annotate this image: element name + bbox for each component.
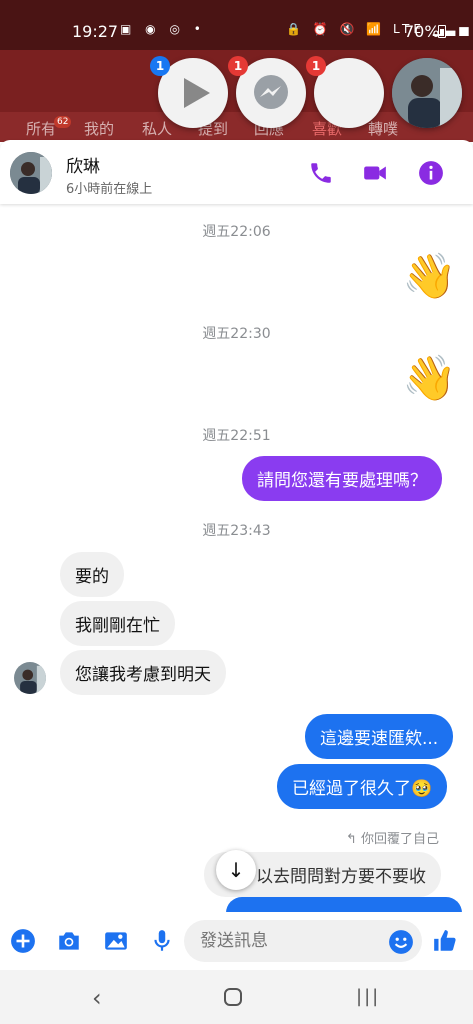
camera-icon[interactable] xyxy=(56,928,82,954)
system-nav-bar: ‹ ||| xyxy=(0,970,473,1024)
sender-avatar xyxy=(14,662,46,694)
bg-tab: 所有 xyxy=(26,120,57,138)
battery-level: 70% xyxy=(404,22,440,41)
scroll-down-button[interactable]: ↓ xyxy=(216,850,256,890)
back-icon[interactable]: ‹ xyxy=(92,984,102,1012)
notification-icons: ▣ ◉ ◎ • xyxy=(120,22,206,36)
thumbs-up-icon[interactable] xyxy=(432,928,458,954)
video-call-icon[interactable] xyxy=(362,160,388,186)
bg-tab-badge: 62 xyxy=(54,116,72,128)
bg-tab: 轉噗 xyxy=(368,120,399,138)
avatar-image xyxy=(10,152,52,194)
message-input[interactable] xyxy=(184,920,422,962)
outgoing-message[interactable]: 這邊要速匯欸... xyxy=(305,714,454,759)
chat-head-messenger[interactable]: 1 xyxy=(228,56,306,128)
outgoing-message[interactable]: 請問您還有要處理嗎？ xyxy=(242,456,442,501)
message-composer xyxy=(0,912,473,970)
incoming-message[interactable]: 要的 xyxy=(60,552,124,597)
home-icon[interactable] xyxy=(224,988,242,1006)
chat-head-video[interactable]: 1 xyxy=(150,56,228,128)
status-time: 19:27 xyxy=(72,22,119,41)
phone-call-icon[interactable] xyxy=(308,160,334,186)
chat-header: 欣琳 6小時前在線上 xyxy=(0,140,473,204)
contact-avatar[interactable] xyxy=(10,152,52,194)
add-icon[interactable] xyxy=(10,928,36,954)
message-timestamp: 週五22:51 xyxy=(202,428,271,444)
contact-name[interactable]: 欣琳 xyxy=(66,152,100,177)
battery-icon xyxy=(438,25,446,38)
wave-emoji-message[interactable]: 👋 xyxy=(402,354,457,404)
chat-head-badge: 1 xyxy=(150,56,170,76)
reply-indicator: ↰ 你回覆了自己 xyxy=(346,832,440,847)
info-icon[interactable] xyxy=(418,160,444,186)
gallery-icon[interactable] xyxy=(103,928,129,954)
chat-head-contact[interactable] xyxy=(392,58,462,128)
bg-tab: 我的 xyxy=(84,120,115,138)
incoming-message[interactable]: 您讓我考慮到明天 xyxy=(60,650,226,695)
wave-emoji-message[interactable]: 👋 xyxy=(402,252,457,302)
outgoing-message[interactable]: 已經過了很久了🥹 xyxy=(277,764,448,809)
incoming-message[interactable]: 我剛剛在忙 xyxy=(60,601,175,646)
message-timestamp: 週五22:30 xyxy=(202,326,271,342)
messenger-icon xyxy=(254,75,288,109)
bg-tab: 私人 xyxy=(142,120,173,138)
message-timestamp: 週五23:43 xyxy=(202,523,271,539)
avatar-image xyxy=(392,58,462,128)
emoji-icon[interactable] xyxy=(388,929,414,955)
recent-apps-icon[interactable]: ||| xyxy=(356,986,380,1007)
avatar-image xyxy=(14,662,46,694)
status-bar: 19:27 ▣ ◉ ◎ • 🔒 ⏰ 🔇 📶 LTE ▁▃▅ 70% xyxy=(0,0,473,50)
presence-status: 6小時前在線上 xyxy=(66,182,153,197)
chat-head-badge: 1 xyxy=(306,56,326,76)
chat-head-app[interactable]: 1 xyxy=(306,56,384,128)
microphone-icon[interactable] xyxy=(149,928,175,954)
reply-bubble-partial[interactable] xyxy=(226,897,462,913)
play-icon xyxy=(184,78,210,108)
message-timestamp: 週五22:06 xyxy=(202,224,271,240)
